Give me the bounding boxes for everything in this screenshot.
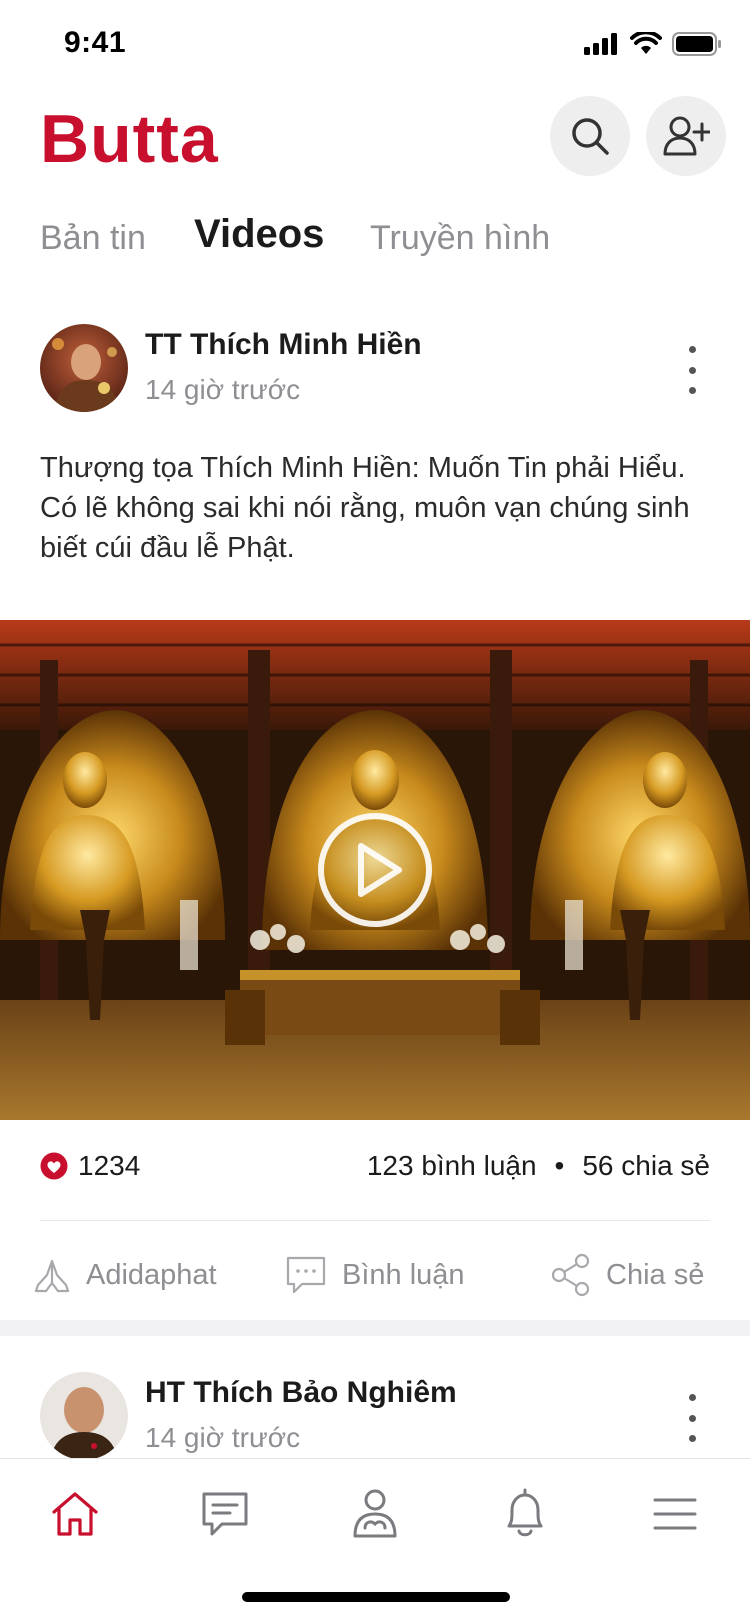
comment-icon bbox=[286, 1256, 326, 1294]
avatar[interactable] bbox=[40, 1372, 128, 1460]
brand-logo: Butta bbox=[40, 101, 219, 177]
feed-tabs: Bản tin Videos Truyền hình bbox=[0, 208, 750, 268]
post-stats: 1234 123 bình luận • 56 chia sẻ bbox=[40, 1150, 710, 1190]
app-header: Butta bbox=[0, 90, 750, 190]
comment-count[interactable]: 123 bình luận bbox=[367, 1150, 537, 1182]
more-options-button[interactable] bbox=[680, 346, 704, 394]
home-indicator bbox=[242, 1592, 510, 1602]
search-button[interactable] bbox=[550, 96, 630, 176]
battery-icon bbox=[672, 32, 721, 56]
praying-hands-icon bbox=[34, 1259, 70, 1293]
search-icon bbox=[572, 118, 609, 155]
post-actions: Adidaphat Bình luận Chia sẻ bbox=[0, 1240, 750, 1310]
divider bbox=[40, 1220, 710, 1221]
more-vertical-icon bbox=[688, 1394, 696, 1401]
like-count[interactable]: 1234 bbox=[40, 1150, 140, 1182]
pray-button[interactable]: Adidaphat bbox=[32, 1240, 217, 1310]
status-icons bbox=[584, 32, 722, 56]
comment-button[interactable]: Bình luận bbox=[284, 1240, 465, 1310]
heart-icon bbox=[40, 1152, 68, 1180]
post-time: 14 giờ trước bbox=[145, 1422, 301, 1453]
cellular-signal-icon bbox=[584, 33, 617, 55]
stats-separator: • bbox=[554, 1150, 565, 1181]
tab-menu[interactable] bbox=[640, 1479, 710, 1549]
share-label: Chia sẻ bbox=[606, 1258, 705, 1291]
add-friend-button[interactable] bbox=[646, 96, 726, 176]
monk-profile-icon bbox=[353, 1489, 397, 1538]
pray-label: Adidaphat bbox=[86, 1258, 217, 1291]
share-icon bbox=[551, 1253, 590, 1297]
comment-label: Bình luận bbox=[342, 1258, 465, 1291]
post-author[interactable]: HT Thích Bảo Nghiêm bbox=[145, 1376, 457, 1410]
more-options-button[interactable] bbox=[680, 1394, 704, 1442]
post-author[interactable]: TT Thích Minh Hiền bbox=[145, 328, 422, 362]
add-user-icon bbox=[663, 116, 710, 156]
tab-news[interactable]: Bản tin bbox=[40, 208, 146, 268]
post-separator bbox=[0, 1320, 750, 1336]
wifi-icon bbox=[630, 32, 662, 54]
bell-icon bbox=[507, 1488, 543, 1537]
tab-profile[interactable] bbox=[340, 1479, 410, 1549]
tab-messages[interactable] bbox=[190, 1479, 260, 1549]
home-icon bbox=[52, 1492, 98, 1536]
message-icon bbox=[202, 1492, 248, 1536]
post-time: 14 giờ trước bbox=[145, 374, 301, 405]
like-count-value: 1234 bbox=[78, 1150, 141, 1181]
share-button[interactable]: Chia sẻ bbox=[550, 1240, 704, 1310]
tab-videos[interactable]: Videos bbox=[194, 204, 324, 264]
tab-notifications[interactable] bbox=[490, 1479, 560, 1549]
status-bar: 9:41 bbox=[0, 0, 750, 90]
menu-icon bbox=[653, 1498, 697, 1530]
tab-home[interactable] bbox=[40, 1479, 110, 1549]
avatar[interactable] bbox=[40, 324, 128, 412]
play-button[interactable] bbox=[315, 810, 435, 930]
status-time: 9:41 bbox=[64, 26, 127, 59]
share-count[interactable]: 56 chia sẻ bbox=[582, 1150, 710, 1182]
play-icon bbox=[318, 813, 432, 927]
post-caption: Thượng tọa Thích Minh Hiền: Muốn Tin phả… bbox=[40, 452, 690, 564]
tab-television[interactable]: Truyền hình bbox=[370, 208, 550, 268]
more-vertical-icon bbox=[688, 346, 696, 353]
